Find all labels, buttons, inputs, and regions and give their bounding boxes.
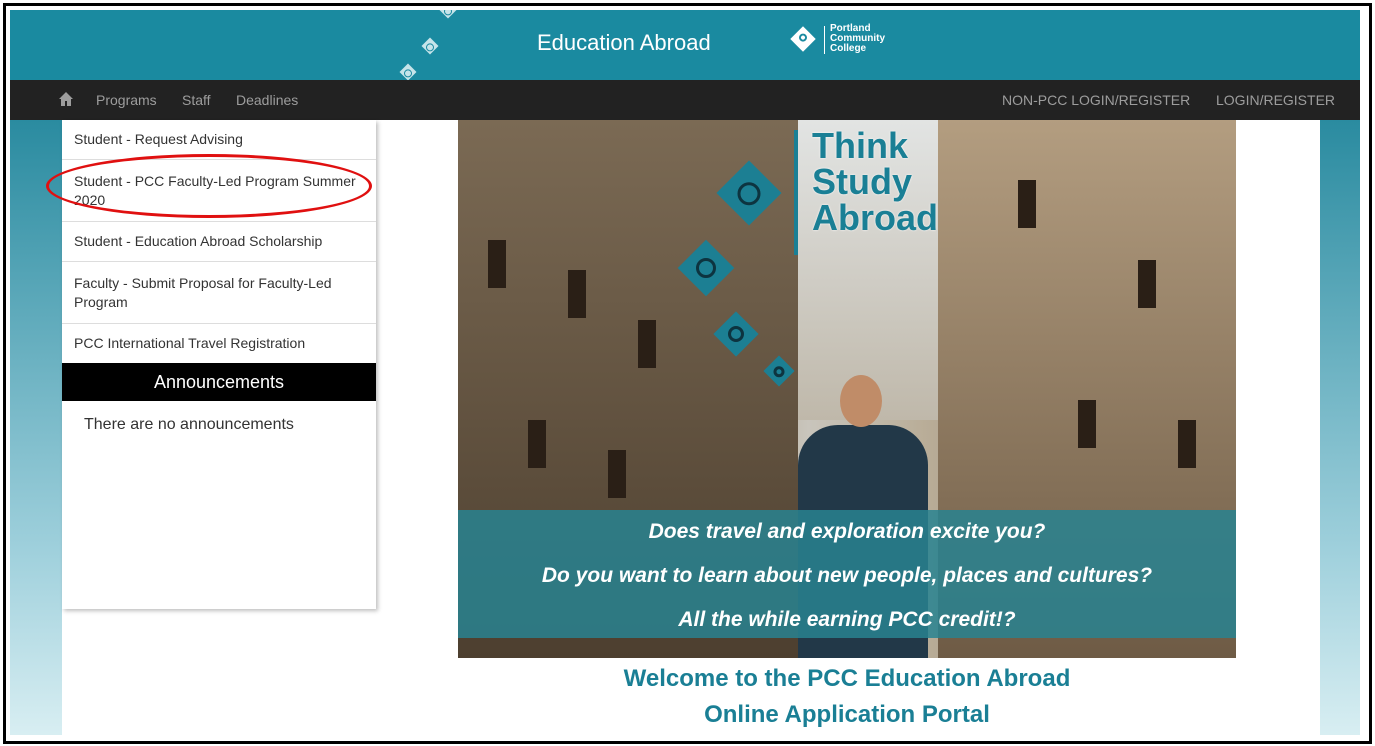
announcements-empty-text: There are no announcements	[84, 416, 294, 433]
login-register-link[interactable]: LOGIN/REGISTER	[1216, 92, 1335, 108]
announcements-heading: Announcements	[62, 363, 376, 401]
hero-window	[1178, 420, 1196, 468]
page-background-left	[10, 120, 62, 735]
hero-window	[568, 270, 586, 318]
sidebar-menu: Student - Request Advising Student - PCC…	[46, 120, 376, 609]
decor-diamond-icon	[399, 63, 417, 80]
decor-diamond-icon	[421, 37, 439, 55]
hero-tagline-1: Does travel and exploration excite you?	[648, 520, 1046, 543]
browser-page: Education Abroad Portland Community Coll…	[10, 10, 1360, 735]
decor-diamond-icon	[439, 10, 457, 19]
hero-divider	[794, 130, 798, 255]
hero-tagline-3: All the while earning PCC credit!?	[678, 608, 1016, 631]
page-background-right	[1320, 120, 1360, 735]
logo-divider	[824, 26, 825, 54]
nav-deadlines[interactable]: Deadlines	[236, 92, 298, 108]
think-study-abroad-text: Think Study Abroad	[812, 125, 938, 238]
sidebar-item-request-advising[interactable]: Student - Request Advising	[62, 120, 376, 160]
college-name: Portland Community College	[830, 23, 885, 54]
sidebar-item-scholarship[interactable]: Student - Education Abroad Scholarship	[62, 222, 376, 262]
pcc-logo-icon[interactable]	[790, 26, 816, 52]
sidebar-item-travel-registration[interactable]: PCC International Travel Registration	[62, 324, 376, 363]
hero-window	[1138, 260, 1156, 308]
nav-staff[interactable]: Staff	[182, 92, 211, 108]
hero-banner-image: Think Study Abroad Does travel and explo…	[458, 120, 1236, 658]
sidebar-item-faculty-led-program[interactable]: Student - PCC Faculty-Led Program Summer…	[62, 160, 376, 222]
hero-window	[1018, 180, 1036, 228]
hero-window	[528, 420, 546, 468]
home-icon[interactable]	[58, 91, 74, 107]
non-pcc-login-link[interactable]: NON-PCC LOGIN/REGISTER	[1002, 92, 1190, 108]
site-header: Education Abroad Portland Community Coll…	[10, 10, 1360, 80]
site-title[interactable]: Education Abroad	[537, 30, 711, 56]
sidebar-item-submit-proposal[interactable]: Faculty - Submit Proposal for Faculty-Le…	[62, 262, 376, 324]
welcome-heading-line-2: Online Application Portal	[704, 701, 990, 728]
hero-window	[608, 450, 626, 498]
hero-window	[1078, 400, 1096, 448]
welcome-heading-line-1: Welcome to the PCC Education Abroad	[623, 665, 1071, 692]
top-navbar: Programs Staff Deadlines NON-PCC LOGIN/R…	[10, 80, 1360, 120]
hero-window	[638, 320, 656, 368]
main-content: Student - Request Advising Student - PCC…	[46, 120, 1320, 735]
nav-programs[interactable]: Programs	[96, 92, 157, 108]
hero-window	[488, 240, 506, 288]
hero-tagline-2: Do you want to learn about new people, p…	[541, 564, 1153, 587]
